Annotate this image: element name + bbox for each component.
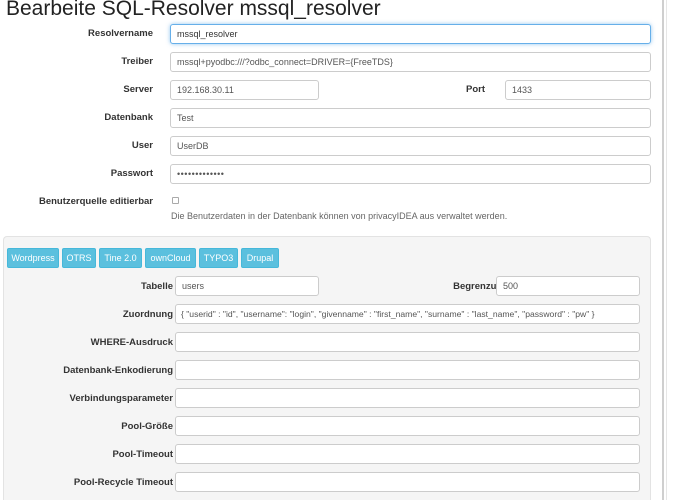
preset-typo3-button[interactable]: TYPO3 — [199, 248, 238, 268]
port-input[interactable]: 1433 — [505, 80, 651, 100]
resolvername-input[interactable]: mssql_resolver — [170, 24, 651, 44]
preset-drupal-button[interactable]: Drupal — [241, 248, 279, 268]
treiber-input[interactable]: mssql+pyodbc:///?odbc_connect=DRIVER={Fr… — [170, 52, 651, 72]
preset-otrs-button[interactable]: OTRS — [62, 248, 96, 268]
encoding-label: Datenbank-Enkodierung — [63, 365, 173, 376]
port-label: Port — [466, 84, 485, 95]
scroll-border — [662, 0, 664, 500]
pool-size-input[interactable] — [175, 416, 640, 436]
page-title: Bearbeite SQL-Resolver mssql_resolver — [6, 0, 381, 20]
preset-wordpress-button[interactable]: Wordpress — [7, 248, 59, 268]
conn-params-input[interactable] — [175, 388, 640, 408]
user-input[interactable]: UserDB — [170, 136, 651, 156]
server-input[interactable]: 192.168.30.11 — [170, 80, 319, 100]
pool-timeout-input[interactable] — [175, 444, 640, 464]
pool-timeout-label: Pool-Timeout — [112, 449, 173, 460]
where-input[interactable] — [175, 332, 640, 352]
editable-label: Benutzerquelle editierbar — [38, 196, 153, 207]
pool-recycle-input[interactable] — [175, 472, 640, 492]
tabelle-input[interactable]: users — [175, 276, 319, 296]
scroll-border-light — [666, 0, 667, 500]
begrenzung-input[interactable]: 500 — [496, 276, 640, 296]
zuordnung-input[interactable]: { "userid" : "id", "username": "login", … — [175, 304, 640, 324]
server-label: Server — [123, 84, 153, 95]
conn-params-label: Verbindungsparameter — [69, 393, 173, 404]
preset-owncloud-button[interactable]: ownCloud — [145, 248, 196, 268]
editable-checkbox[interactable] — [172, 197, 179, 204]
encoding-input[interactable] — [175, 360, 640, 380]
passwort-input[interactable]: ••••••••••••• — [170, 164, 651, 184]
zuordnung-label: Zuordnung — [122, 309, 173, 320]
user-label: User — [131, 140, 153, 151]
where-label: WHERE-Ausdruck — [90, 337, 173, 348]
pool-recycle-label: Pool-Recycle Timeout — [73, 477, 173, 488]
datenbank-label: Datenbank — [104, 112, 153, 123]
resolvername-label: Resolvername — [88, 28, 153, 39]
tabelle-label: Tabelle — [140, 281, 173, 292]
datenbank-input[interactable]: Test — [170, 108, 651, 128]
pool-size-label: Pool-Größe — [121, 421, 173, 432]
treiber-label: Treiber — [121, 56, 153, 67]
editable-help-text: Die Benutzerdaten in der Datenbank könne… — [171, 211, 508, 221]
passwort-label: Passwort — [110, 168, 153, 179]
preset-tine-button[interactable]: Tine 2.0 — [99, 248, 142, 268]
